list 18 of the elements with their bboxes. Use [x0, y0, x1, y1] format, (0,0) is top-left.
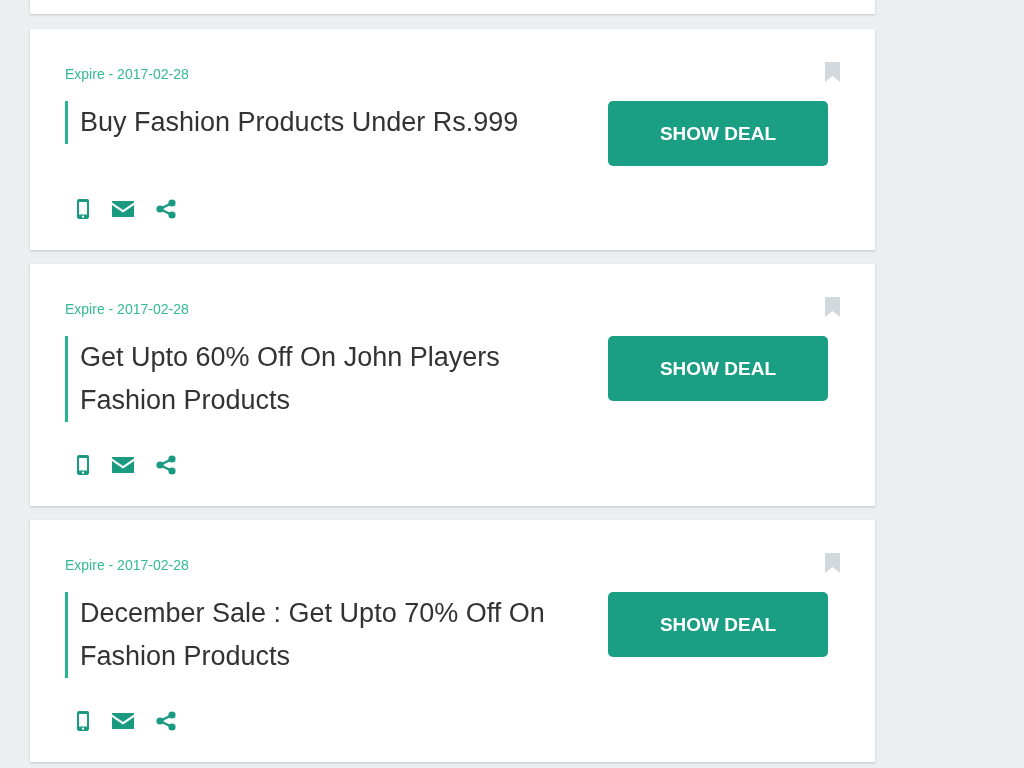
expiry-date: Expire - 2017-02-28 — [65, 557, 189, 573]
phone-icon[interactable] — [77, 455, 89, 475]
envelope-icon[interactable] — [112, 713, 134, 729]
show-deal-button[interactable]: SHOW DEAL — [608, 592, 828, 657]
expiry-date: Expire - 2017-02-28 — [65, 301, 189, 317]
share-icon[interactable] — [156, 455, 176, 475]
show-deal-button[interactable]: SHOW DEAL — [608, 336, 828, 401]
expiry-date: Expire - 2017-02-28 — [65, 66, 189, 82]
envelope-icon[interactable] — [112, 201, 134, 217]
phone-icon[interactable] — [77, 199, 89, 219]
show-deal-button[interactable]: SHOW DEAL — [608, 101, 828, 166]
deal-title: Get Upto 60% Off On John Players Fashion Products — [65, 336, 580, 422]
share-icon[interactable] — [156, 711, 176, 731]
deal-title: December Sale : Get Upto 70% Off On Fashion Products — [65, 592, 580, 678]
phone-icon[interactable] — [77, 711, 89, 731]
share-icon[interactable] — [156, 199, 176, 219]
envelope-icon[interactable] — [112, 457, 134, 473]
deal-title: Buy Fashion Products Under Rs.999 — [65, 101, 580, 144]
